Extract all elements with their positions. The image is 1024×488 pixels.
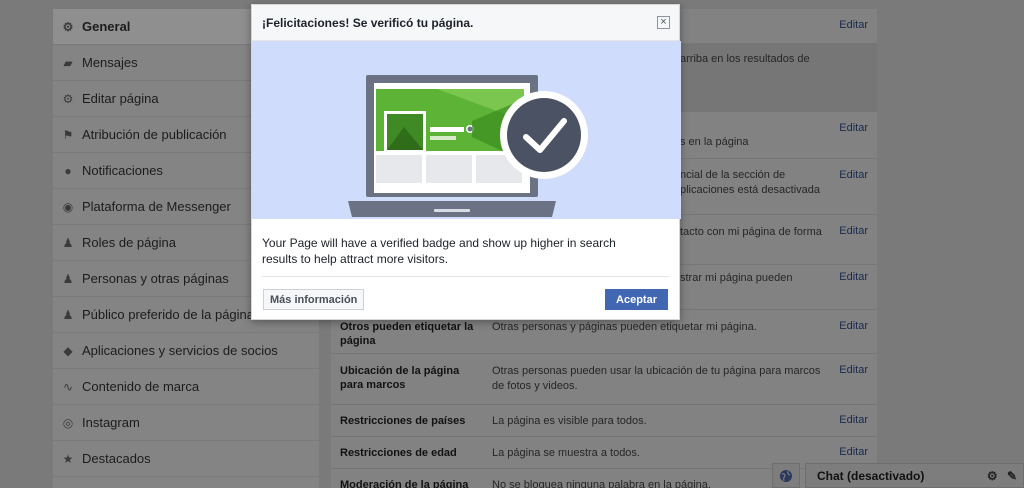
dialog-message: Your Page will have a verified badge and… xyxy=(262,236,616,266)
sidebar-item-label: Contenido de marca xyxy=(82,379,200,394)
row-desc: La página es visible para todos. xyxy=(492,415,647,427)
row-label: Restricciones de países xyxy=(340,415,466,427)
close-icon[interactable]: × xyxy=(657,16,670,29)
sidebar-item-featured[interactable]: ★ Destacados xyxy=(53,441,319,477)
chat-label: Chat (desactivado) xyxy=(817,468,925,483)
edit-link[interactable]: Editar xyxy=(839,225,868,237)
row-label: Otros pueden etiquetar la página xyxy=(340,321,474,347)
messenger-icon: ◉ xyxy=(62,199,74,214)
sidebar-item-label: Público preferido de la página xyxy=(82,307,255,322)
sidebar-item-label: Destacados xyxy=(82,451,151,466)
edit-link[interactable]: Editar xyxy=(839,414,868,426)
row-desc: Otras personas pueden usar la ubicación … xyxy=(492,365,821,392)
verification-dialog: ¡Felicitaciones! Se verificó tu página. … xyxy=(251,4,681,320)
row-desc-partial: s en la página xyxy=(680,136,749,148)
sidebar-item-instagram[interactable]: ◎ Instagram xyxy=(53,405,319,441)
edit-link[interactable]: Editar xyxy=(839,320,868,332)
dialog-header: ¡Felicitaciones! Se verificó tu página. xyxy=(252,5,679,41)
messages-icon: ▰ xyxy=(63,55,73,70)
row-desc: Otras personas y páginas pueden etiqueta… xyxy=(492,321,757,333)
sidebar-item-label: Roles de página xyxy=(82,235,176,250)
row-desc-partial: arriba en los resultados de xyxy=(680,53,810,65)
row-desc: La página se muestra a todos. xyxy=(492,447,640,459)
handshake-icon: ∿ xyxy=(62,379,74,394)
chat-icons: ⚙ ✎ xyxy=(987,469,1017,483)
sidebar-item-label: General xyxy=(82,19,131,34)
star-icon: ★ xyxy=(62,451,74,466)
sidebar-item-label: Personas y otras páginas xyxy=(82,271,229,286)
sidebar-item-label: Editar página xyxy=(82,91,159,106)
edit-link[interactable]: Editar xyxy=(839,19,868,31)
verified-laptop-illustration xyxy=(252,41,681,219)
sidebar-item-label: Aplicaciones y servicios de socios xyxy=(82,343,278,358)
gear-icon: ⚙ xyxy=(62,91,74,106)
chat-dock: Chat (desactivado) ⚙ ✎ xyxy=(772,463,1024,488)
edit-link[interactable]: Editar xyxy=(839,364,868,376)
person-star-icon: ♟ xyxy=(62,271,74,286)
divider xyxy=(262,276,669,277)
cube-icon: ◆ xyxy=(63,343,73,358)
edit-link[interactable]: Editar xyxy=(839,446,868,458)
sidebar-item-partner-apps[interactable]: ◆ Aplicaciones y servicios de socios xyxy=(53,333,319,369)
row-label: Restricciones de edad xyxy=(340,447,457,459)
sidebar-item-label: Notificaciones xyxy=(82,163,163,178)
instagram-icon: ◎ xyxy=(62,415,74,430)
person-icon: ♟ xyxy=(62,235,74,250)
settings-row-location-frames: Ubicación de la página para marcos Otras… xyxy=(331,353,877,404)
row-desc-partial: plicaciones está desactivada xyxy=(680,184,821,196)
sidebar-item-label: Instagram xyxy=(82,415,140,430)
row-label: Ubicación de la página para marcos xyxy=(340,365,460,391)
compose-icon[interactable]: ✎ xyxy=(1007,469,1017,483)
gear-icon: ⚙ xyxy=(62,19,74,34)
row-label: Moderación de la página xyxy=(340,479,469,488)
globe-icon: ● xyxy=(64,163,72,178)
sidebar-item-branded-content[interactable]: ∿ Contenido de marca xyxy=(53,369,319,405)
edit-link[interactable]: Editar xyxy=(839,271,868,283)
globe-icon xyxy=(780,469,792,482)
accept-button[interactable]: Aceptar xyxy=(605,289,668,310)
gear-icon[interactable]: ⚙ xyxy=(987,469,998,483)
edit-link[interactable]: Editar xyxy=(839,122,868,134)
flag-icon: ⚑ xyxy=(62,127,74,142)
sidebar-item-label: Plataforma de Messenger xyxy=(82,199,231,214)
sidebar-item-label: Mensajes xyxy=(82,55,138,70)
edit-link[interactable]: Editar xyxy=(839,169,868,181)
settings-row-country-restrictions: Restricciones de países La página es vis… xyxy=(331,404,877,436)
dialog-title: ¡Felicitaciones! Se verificó tu página. xyxy=(262,15,474,30)
more-info-button[interactable]: Más información xyxy=(263,289,365,310)
sidebar-item-label: Atribución de publicación xyxy=(82,127,227,142)
chat-bar[interactable]: Chat (desactivado) ⚙ ✎ xyxy=(805,463,1024,488)
person-star-icon: ♟ xyxy=(62,307,74,322)
globe-button[interactable] xyxy=(772,463,800,488)
laptop-illustration xyxy=(348,75,588,217)
